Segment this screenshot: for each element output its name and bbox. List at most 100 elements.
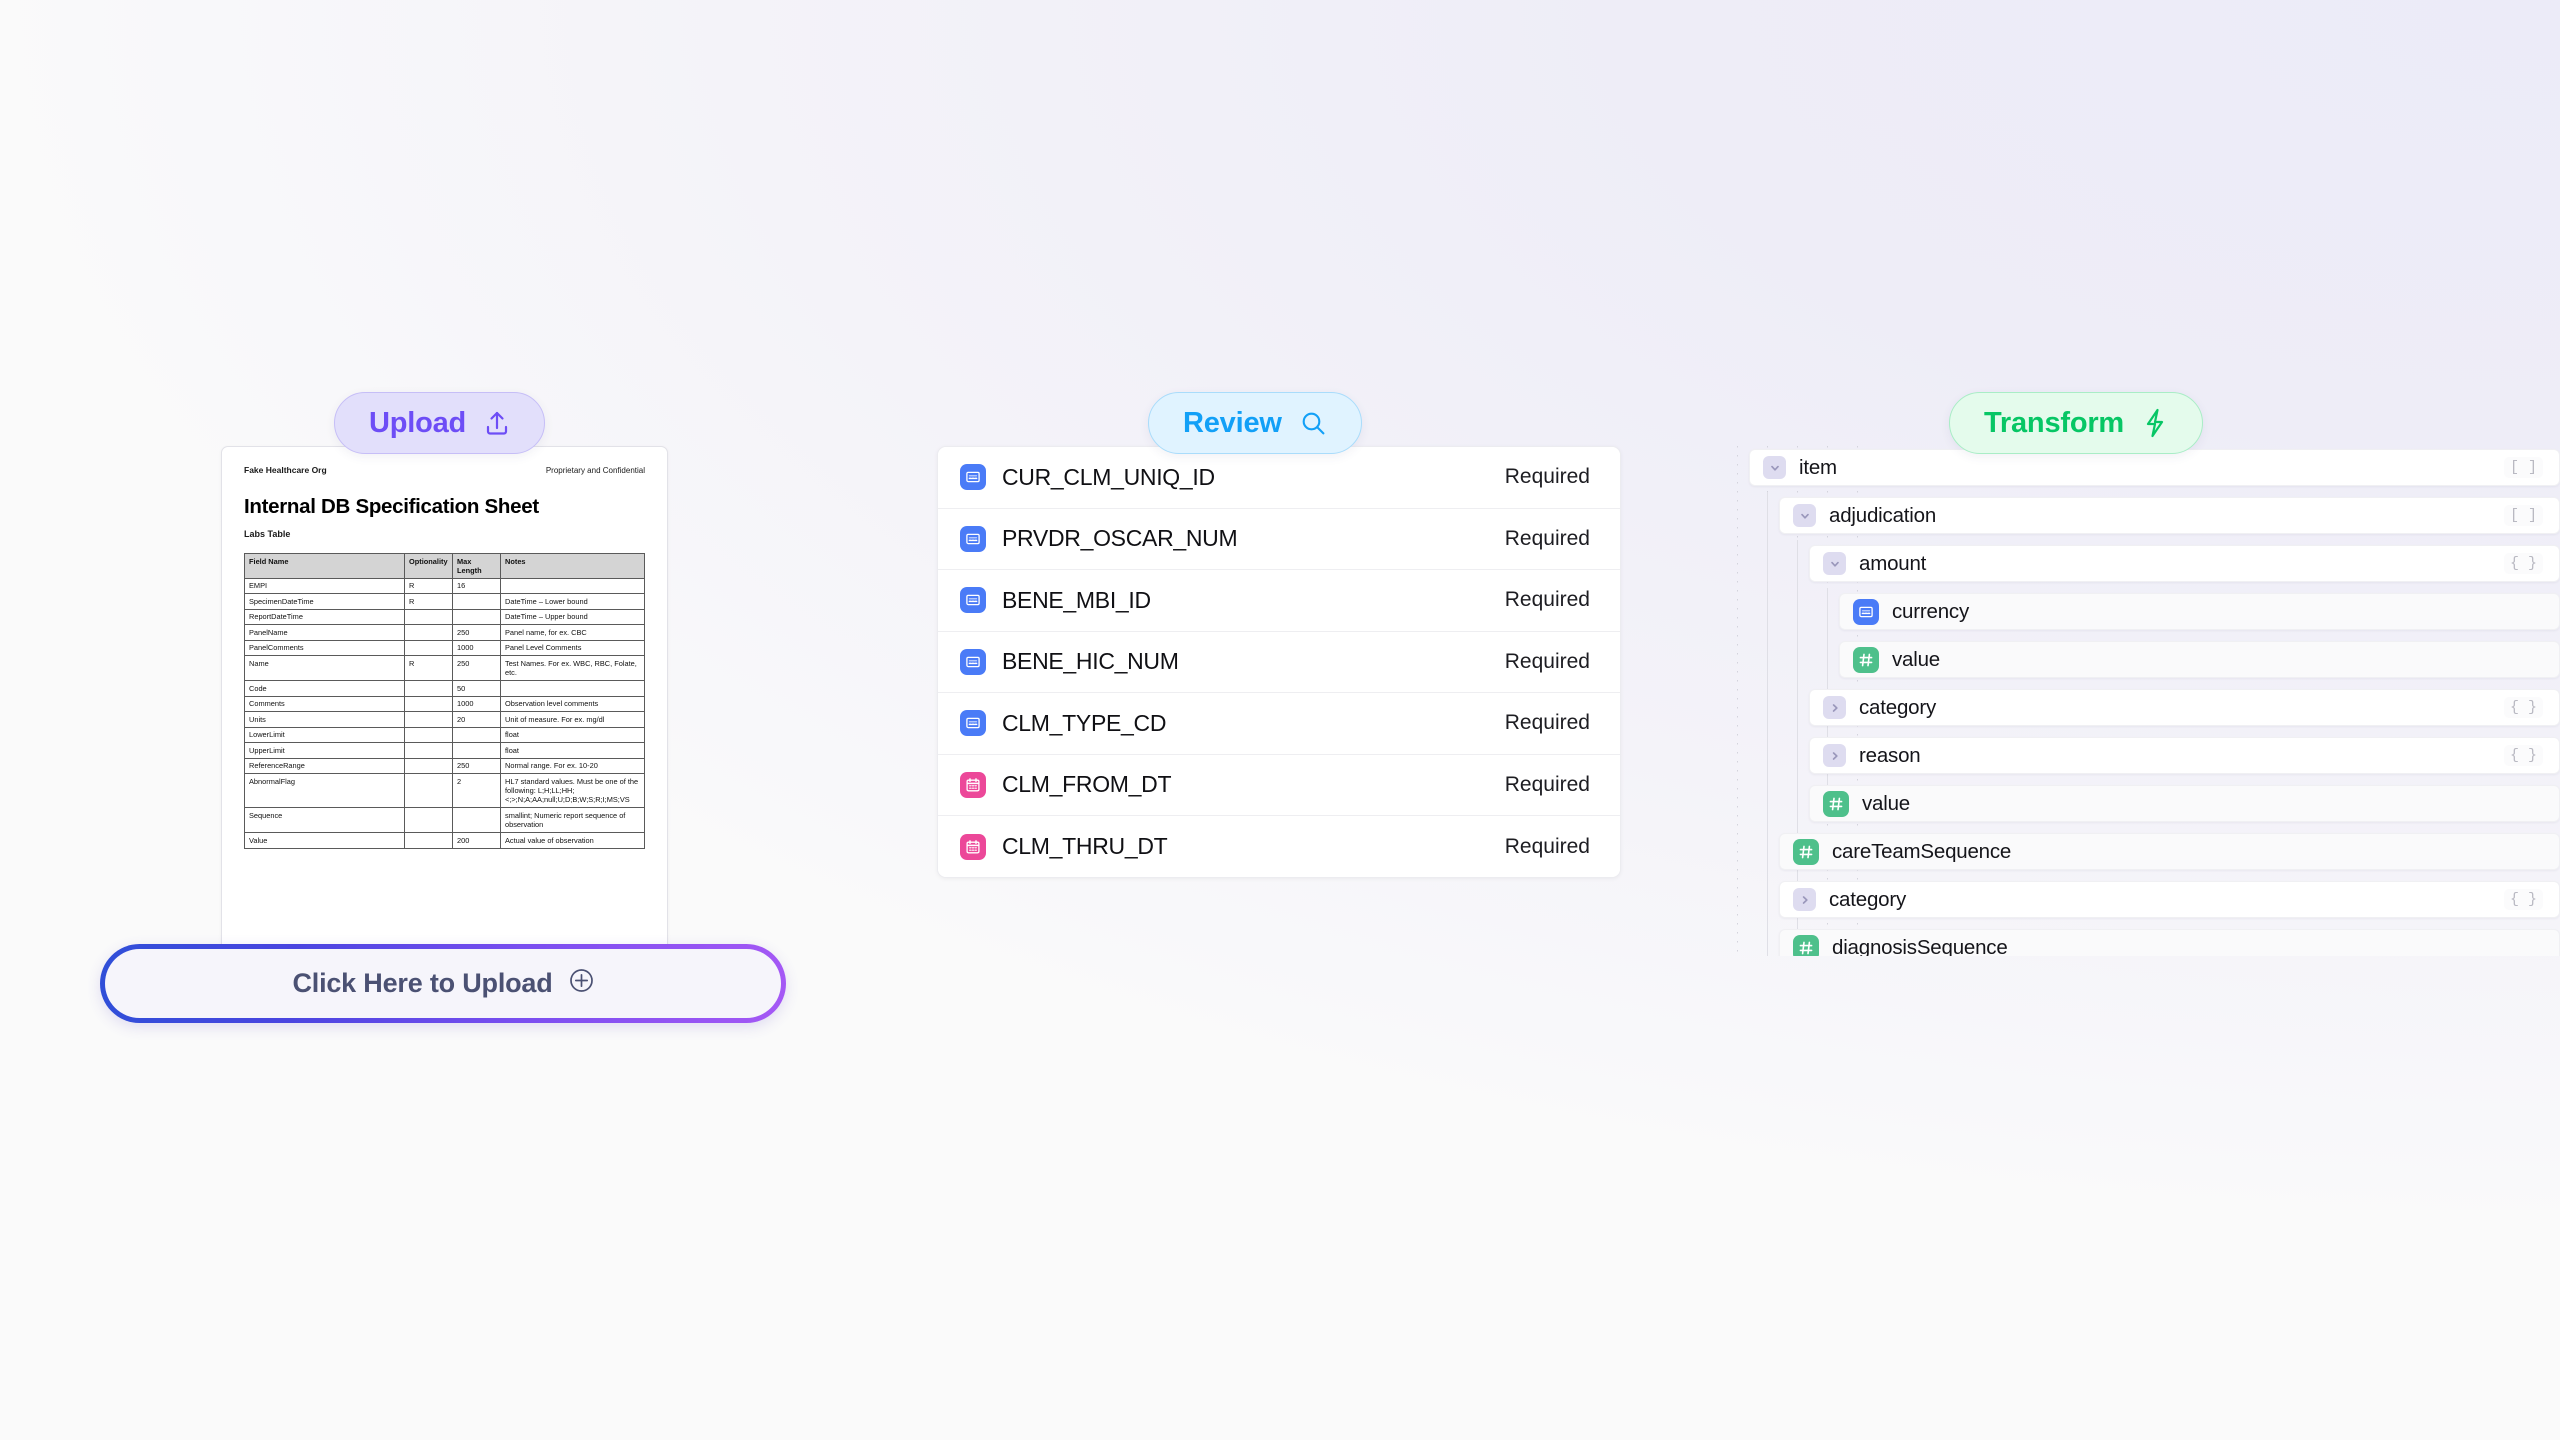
- plus-circle-icon: [569, 968, 594, 1000]
- tree-node-value[interactable]: value: [1809, 785, 2560, 822]
- spec-table-cell: LowerLimit: [244, 726, 405, 744]
- tree-node-value[interactable]: value: [1839, 641, 2560, 678]
- spec-table-cell: 200: [452, 832, 501, 849]
- spec-table-cell: PanelName: [244, 624, 405, 641]
- chevron-right-icon[interactable]: [1823, 696, 1846, 719]
- number-type-icon: [1853, 646, 1879, 673]
- review-field-row[interactable]: CLM_FROM_DT Required: [938, 754, 1620, 816]
- spec-table-cell: R: [404, 655, 453, 682]
- spec-table-cell: 250: [452, 655, 501, 682]
- spec-table-header-row: Field Name Optionality Max Length Notes: [244, 553, 645, 579]
- chevron-down-icon[interactable]: [1793, 504, 1816, 527]
- spec-table-cell: ReferenceRange: [244, 757, 405, 775]
- tree-node-label: adjudication: [1829, 503, 1937, 527]
- spec-table-cell: HL7 standard values. Must be one of the …: [500, 773, 645, 809]
- number-type-icon: [1793, 934, 1819, 956]
- spec-table-cell: 16: [452, 577, 501, 595]
- review-field-row[interactable]: CLM_TYPE_CD Required: [938, 693, 1620, 755]
- review-field-status: Required: [1504, 588, 1590, 612]
- spec-table-cell: Normal range. For ex. 10-20: [500, 757, 645, 775]
- review-field-name: PRVDR_OSCAR_NUM: [1002, 525, 1238, 552]
- tree-node-item[interactable]: item [ ]: [1749, 449, 2560, 486]
- object-marker: { }: [2503, 889, 2543, 910]
- spec-table-cell: Name: [244, 655, 405, 682]
- spec-table-cell: EMPI: [244, 577, 405, 595]
- chevron-right-icon[interactable]: [1793, 888, 1816, 911]
- object-marker: { }: [2503, 697, 2543, 718]
- spec-table-cell: [404, 639, 453, 657]
- tree-node-category[interactable]: category { }: [1809, 689, 2560, 726]
- review-field-name: BENE_MBI_ID: [1002, 586, 1151, 613]
- chevron-down-icon[interactable]: [1823, 552, 1846, 575]
- tree-node-amount[interactable]: amount { }: [1809, 545, 2560, 582]
- spec-table-row: Units 20 Unit of measure. For ex. mg/dl: [244, 711, 645, 728]
- tree-node-category[interactable]: category { }: [1779, 881, 2560, 918]
- review-field-name: CLM_FROM_DT: [1002, 771, 1172, 798]
- tree-node-label: value: [1862, 791, 1911, 815]
- spec-table-row: Sequence smallint; Numeric report sequenc…: [244, 807, 645, 834]
- spec-table: Field Name Optionality Max Length Notes EMP…: [244, 553, 645, 849]
- spec-table-cell: SpecimenDateTime: [244, 593, 405, 610]
- spec-table-row: EMPI R 16: [244, 577, 645, 595]
- review-field-row[interactable]: BENE_HIC_NUM Required: [938, 631, 1620, 693]
- spec-table-cell: [452, 807, 501, 834]
- uploaded-document-preview[interactable]: Fake Healthcare Org Proprietary and Conf…: [221, 446, 668, 958]
- chevron-right-icon[interactable]: [1823, 744, 1846, 767]
- upload-dropzone-button[interactable]: Click Here to Upload: [100, 944, 786, 1023]
- spec-table-column-header-3: Notes: [500, 553, 645, 579]
- spec-table-cell: [452, 593, 501, 610]
- spec-table-row: Comments 1000 Observation level comments: [244, 695, 645, 713]
- spec-table-cell: [404, 711, 453, 728]
- spec-table-cell: ReportDateTime: [244, 608, 405, 626]
- spec-table-column-header-0: Field Name: [244, 553, 405, 579]
- spec-table-cell: Unit of measure. For ex. mg/dl: [500, 711, 645, 728]
- review-field-row[interactable]: BENE_MBI_ID Required: [938, 570, 1620, 632]
- chevron-down-icon[interactable]: [1763, 456, 1786, 479]
- review-field-row[interactable]: CLM_THRU_DT Required: [938, 816, 1620, 877]
- tree-node-diagnosisSequence[interactable]: diagnosisSequence: [1779, 929, 2560, 956]
- spec-table-row: ReportDateTime DateTime – Upper bound: [244, 608, 645, 626]
- tree-node-label: currency: [1892, 599, 1970, 623]
- tree-node-adjudication[interactable]: adjudication [ ]: [1779, 497, 2560, 534]
- stage-badge-transform[interactable]: Transform: [1949, 392, 2204, 454]
- document-title: Internal DB Specification Sheet: [244, 495, 539, 518]
- tree-node-label: amount: [1859, 551, 1927, 575]
- spec-table-row: SpecimenDateTime R DateTime – Lower bound: [244, 593, 645, 610]
- review-field-row[interactable]: CUR_CLM_UNIQ_ID Required: [938, 447, 1620, 509]
- spec-table-cell: DateTime – Upper bound: [500, 608, 645, 626]
- spec-table-row: Value 200 Actual value of observation: [244, 832, 645, 849]
- spec-table-cell: [404, 608, 453, 626]
- spec-table-cell: UpperLimit: [244, 742, 405, 759]
- spec-table-row: PanelComments 1000 Panel Level Comments: [244, 639, 645, 657]
- spec-table-cell: AbnormalFlag: [244, 773, 405, 809]
- spec-table-row: ReferenceRange 250 Normal range. For ex. 1…: [244, 757, 645, 775]
- string-type-icon: [1853, 598, 1879, 625]
- spec-table-column-header-2: Max Length: [452, 553, 501, 579]
- array-marker: [ ]: [2503, 457, 2543, 478]
- spec-table-cell: 250: [452, 624, 501, 641]
- date-type-icon: [960, 833, 986, 860]
- spec-table-cell: [404, 773, 453, 809]
- spec-table-cell: [404, 832, 453, 849]
- tree-node-reason[interactable]: reason { }: [1809, 737, 2560, 774]
- tree-node-label: diagnosisSequence: [1832, 935, 2008, 957]
- spec-table-cell: float: [500, 742, 645, 759]
- spec-table-row: UpperLimit float: [244, 742, 645, 759]
- spec-table-cell: Panel name, for ex. CBC: [500, 624, 645, 641]
- tree-node-label: category: [1829, 887, 1907, 911]
- review-field-row[interactable]: PRVDR_OSCAR_NUM Required: [938, 508, 1620, 570]
- object-marker: { }: [2503, 745, 2543, 766]
- spec-table-cell: [500, 680, 645, 697]
- document-header: Fake Healthcare Org Proprietary and Conf…: [244, 465, 645, 475]
- document-org: Fake Healthcare Org: [244, 465, 327, 475]
- tree-node-careTeamSequence[interactable]: careTeamSequence: [1779, 833, 2560, 870]
- spec-table-cell: 1000: [452, 695, 501, 713]
- stage-badge-upload[interactable]: Upload: [334, 392, 546, 454]
- spec-table-cell: [404, 742, 453, 759]
- review-field-list[interactable]: CUR_CLM_UNIQ_ID Required PRVDR_OSCAR_NUM Re…: [937, 446, 1621, 878]
- stage-badge-review[interactable]: Review: [1148, 392, 1362, 454]
- transform-schema-tree[interactable]: item [ ] adjudication [ ] amount { } currency v…: [1727, 446, 2560, 956]
- upload-button-label: Click Here to Upload: [292, 968, 553, 998]
- tree-node-currency[interactable]: currency: [1839, 593, 2560, 630]
- array-marker: [ ]: [2503, 505, 2543, 526]
